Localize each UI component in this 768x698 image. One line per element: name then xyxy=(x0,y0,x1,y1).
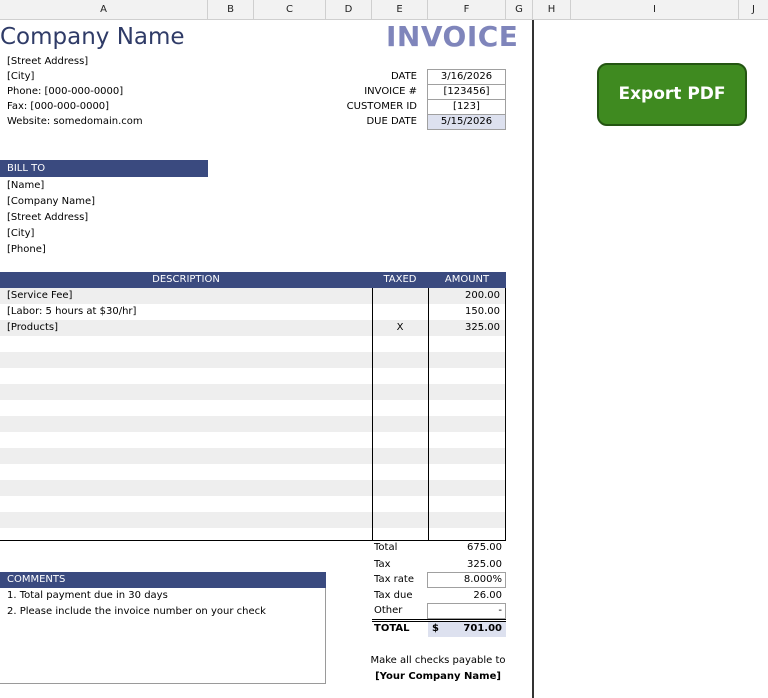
column-header-d[interactable]: D xyxy=(326,0,372,20)
table-row[interactable] xyxy=(0,368,505,384)
item-taxed[interactable] xyxy=(372,304,428,320)
tax-rate-value[interactable]: 8.000% xyxy=(428,574,502,585)
bill-to-city[interactable]: [City] xyxy=(7,228,34,239)
table-row[interactable]: [Labor: 5 hours at $30/hr] 150.00 xyxy=(0,304,505,320)
column-header-f[interactable]: F xyxy=(428,0,506,20)
pane-divider xyxy=(532,20,534,698)
grand-total-value[interactable]: 701.00 xyxy=(428,623,502,634)
export-pdf-button[interactable]: Export PDF xyxy=(597,63,747,126)
tax-due-label: Tax due xyxy=(374,590,413,601)
tax-label: Tax xyxy=(374,559,391,570)
table-row[interactable] xyxy=(0,384,505,400)
bill-to-street[interactable]: [Street Address] xyxy=(7,212,88,223)
company-website[interactable]: Website: somedomain.com xyxy=(7,116,143,127)
company-phone[interactable]: Phone: [000-000-0000] xyxy=(7,86,123,97)
table-row[interactable] xyxy=(0,336,505,352)
table-row[interactable] xyxy=(0,400,505,416)
meta-value-date[interactable]: 3/16/2026 xyxy=(427,69,506,85)
meta-value-invoice[interactable]: [123456] xyxy=(427,84,506,100)
amount-header[interactable]: AMOUNT xyxy=(428,272,506,288)
column-header-row: A B C D E F G H I J xyxy=(0,0,768,20)
comments-header[interactable]: COMMENTS xyxy=(0,572,326,588)
item-description[interactable]: [Labor: 5 hours at $30/hr] xyxy=(7,304,136,320)
table-row[interactable] xyxy=(0,496,505,512)
table-row[interactable]: [Service Fee] 200.00 xyxy=(0,288,505,304)
table-row[interactable] xyxy=(0,416,505,432)
item-amount[interactable]: 150.00 xyxy=(428,304,500,320)
other-value[interactable]: - xyxy=(428,605,502,616)
items-table: DESCRIPTION TAXED AMOUNT [Service Fee] 20… xyxy=(0,272,506,541)
company-city[interactable]: [City] xyxy=(7,71,34,82)
item-description[interactable]: [Products] xyxy=(7,320,58,336)
tax-rate-label: Tax rate xyxy=(374,574,414,585)
company-name[interactable]: Company Name xyxy=(0,24,185,50)
item-amount[interactable]: 200.00 xyxy=(428,288,500,304)
bill-to-phone[interactable]: [Phone] xyxy=(7,244,46,255)
company-fax[interactable]: Fax: [000-000-0000] xyxy=(7,101,109,112)
item-amount[interactable]: 325.00 xyxy=(428,320,500,336)
meta-value-customer-id[interactable]: [123] xyxy=(427,99,506,115)
comments-box xyxy=(0,588,326,684)
footer-payable-text[interactable]: Make all checks payable to xyxy=(360,655,516,666)
table-row[interactable]: [Products] X 325.00 xyxy=(0,320,505,336)
column-header-g[interactable]: G xyxy=(506,0,533,20)
tax-due-value[interactable]: 26.00 xyxy=(428,590,502,601)
description-header[interactable]: DESCRIPTION xyxy=(0,272,372,288)
meta-label-customer-id: CUSTOMER ID xyxy=(346,101,417,112)
taxed-header[interactable]: TAXED xyxy=(372,272,428,288)
meta-label-due-date: DUE DATE xyxy=(366,116,417,127)
total-value[interactable]: 675.00 xyxy=(428,542,502,553)
column-header-c[interactable]: C xyxy=(254,0,326,20)
table-row[interactable] xyxy=(0,352,505,368)
comment-line-1[interactable]: 1. Total payment due in 30 days xyxy=(7,590,168,601)
tax-value[interactable]: 325.00 xyxy=(428,559,502,570)
meta-value-due-date[interactable]: 5/15/2026 xyxy=(427,114,506,130)
grand-total-label: TOTAL xyxy=(374,623,410,634)
items-header: DESCRIPTION TAXED AMOUNT xyxy=(0,272,506,288)
table-row[interactable] xyxy=(0,448,505,464)
item-taxed[interactable] xyxy=(372,288,428,304)
footer-company-name[interactable]: [Your Company Name] xyxy=(360,671,516,682)
table-row[interactable] xyxy=(0,480,505,496)
company-street[interactable]: [Street Address] xyxy=(7,56,88,67)
column-header-i[interactable]: I xyxy=(571,0,739,20)
item-taxed[interactable]: X xyxy=(372,320,428,336)
column-header-a[interactable]: A xyxy=(0,0,208,20)
item-description[interactable]: [Service Fee] xyxy=(7,288,72,304)
other-label: Other xyxy=(374,605,403,616)
table-row[interactable] xyxy=(0,512,505,528)
total-label: Total xyxy=(374,542,398,553)
column-header-e[interactable]: E xyxy=(372,0,428,20)
invoice-title[interactable]: INVOICE xyxy=(386,20,518,53)
bill-to-company[interactable]: [Company Name] xyxy=(7,196,95,207)
meta-label-date: DATE xyxy=(390,71,417,82)
bill-to-name[interactable]: [Name] xyxy=(7,180,44,191)
column-header-h[interactable]: H xyxy=(533,0,571,20)
table-row[interactable] xyxy=(0,432,505,448)
column-header-j[interactable]: J xyxy=(739,0,768,20)
meta-label-invoice: INVOICE # xyxy=(364,86,417,97)
column-divider xyxy=(428,288,429,541)
comment-line-2[interactable]: 2. Please include the invoice number on … xyxy=(7,606,266,617)
column-header-b[interactable]: B xyxy=(208,0,254,20)
table-row[interactable] xyxy=(0,464,505,480)
column-divider xyxy=(372,288,373,541)
bill-to-header[interactable]: BILL TO xyxy=(0,160,208,177)
